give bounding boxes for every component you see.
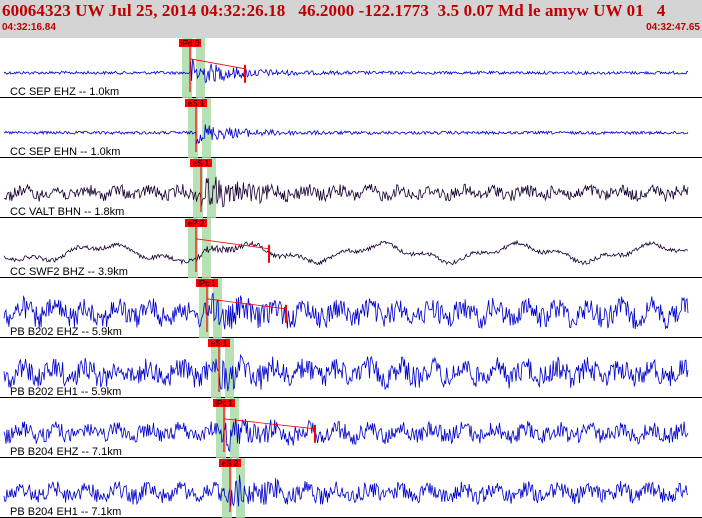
- pick-label: eS 1: [188, 99, 205, 108]
- channel-label: PB B202 EH1 -- 5.9km: [10, 386, 121, 398]
- channel-label: CC VALT BHN -- 1.8km: [10, 206, 124, 218]
- channel-label: PB B204 EH1 -- 7.1km: [10, 506, 121, 518]
- channel-row[interactable]: iPc 1 PB B204 EHZ -- 7.1km: [0, 398, 702, 458]
- channel-label: PB B202 EHZ -- 5.9km: [10, 326, 122, 338]
- channel-label: CC SEP EHZ -- 1.0km: [10, 86, 119, 98]
- event-header: 60064323 UW Jul 25, 2014 04:32:26.18 46.…: [0, 0, 702, 38]
- event-title: 60064323 UW Jul 25, 2014 04:32:26.18 46.…: [2, 1, 666, 20]
- channel-row[interactable]: iPd 0 CC SEP EHZ -- 1.0km: [0, 38, 702, 98]
- waveform: [3, 292, 689, 330]
- waveform: [3, 124, 689, 145]
- channel-row[interactable]: eS 2 PB B204 EH1 -- 7.1km: [0, 458, 702, 518]
- end-time-label: 04:32:47.65: [646, 22, 700, 33]
- pick-label: eS 1: [193, 159, 210, 168]
- pick-label: iPc 1: [198, 279, 216, 288]
- waveform: [3, 58, 688, 83]
- channel-label: CC SEP EHN -- 1.0km: [10, 146, 120, 158]
- channel-label: CC SWF2 BHZ -- 3.9km: [10, 266, 128, 278]
- start-time-label: 04:32:16.84: [2, 22, 56, 33]
- channel-row[interactable]: eS 1 CC VALT BHN -- 1.8km: [0, 158, 702, 218]
- waveform: [3, 176, 689, 208]
- waveform: [3, 474, 689, 507]
- seismogram-panel[interactable]: iPd 0 CC SEP EHZ -- 1.0km eS 1 CC SEP EHN -…: [0, 38, 702, 518]
- channel-row[interactable]: eS 1 CC SEP EHN -- 1.0km: [0, 98, 702, 158]
- channel-row[interactable]: iPc 1 PB B202 EHZ -- 5.9km: [0, 278, 702, 338]
- pick-label: eS 2: [222, 459, 239, 468]
- channel-row[interactable]: eS 1 PB B202 EH1 -- 5.9km: [0, 338, 702, 398]
- pick-label: eP 2: [188, 219, 205, 228]
- channel-row[interactable]: eP 2 CC SWF2 BHZ -- 3.9km: [0, 218, 702, 278]
- waveform: [3, 239, 689, 266]
- pick-label: iPd 0: [181, 39, 200, 48]
- pick-label: eS 1: [211, 339, 228, 348]
- channel-label: PB B204 EHZ -- 7.1km: [10, 446, 122, 458]
- pick-label: iPc 1: [215, 399, 233, 408]
